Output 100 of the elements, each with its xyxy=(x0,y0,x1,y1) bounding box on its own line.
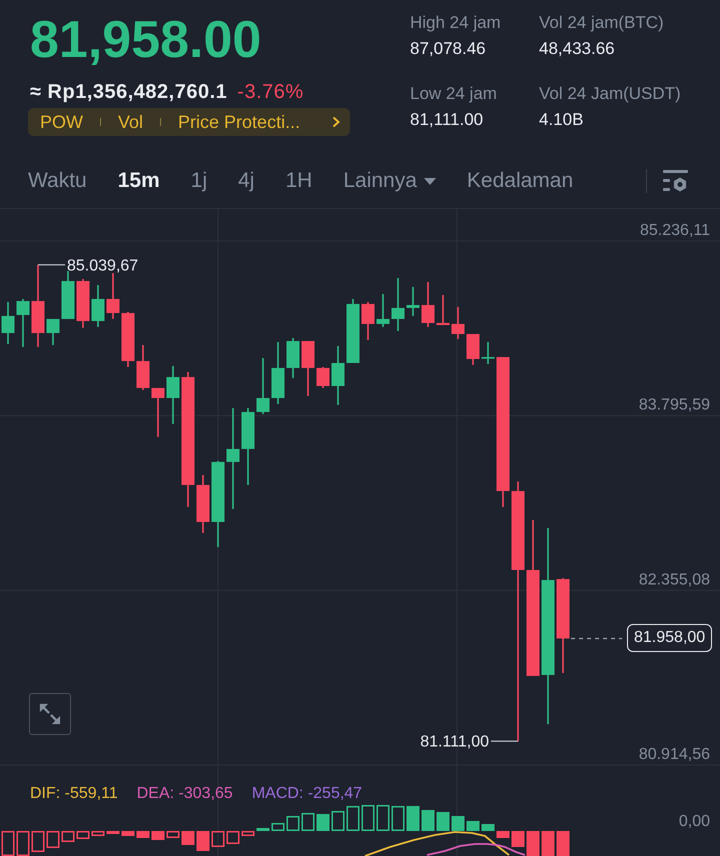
stat-label: High 24 jam xyxy=(410,12,501,34)
candle xyxy=(106,273,120,319)
candle xyxy=(122,312,134,367)
candle xyxy=(92,285,104,327)
macd-bar xyxy=(392,806,404,831)
tag-label: POW xyxy=(40,112,83,132)
macd-bar xyxy=(376,805,390,831)
price-axis-label: 80.914,56 xyxy=(638,746,710,763)
macd-bar xyxy=(182,831,194,845)
price-axis-label: 82.355,08 xyxy=(638,571,710,588)
macd-bar xyxy=(122,831,134,836)
macd-bar xyxy=(226,831,240,844)
tag-bar[interactable]: POW Vol Price Protecti... xyxy=(28,108,350,136)
interval-tab[interactable]: 1j xyxy=(190,168,208,194)
stat-value: 81,111.00 xyxy=(410,109,484,131)
macd-bar xyxy=(256,828,270,831)
tag-label: Price Protecti... xyxy=(178,112,300,132)
candle xyxy=(452,306,464,339)
macd-bar xyxy=(62,831,74,842)
macd-bar xyxy=(286,816,300,831)
stat-label: Low 24 jam xyxy=(410,83,497,105)
price-change: -3.76% xyxy=(237,80,304,104)
macd-bar xyxy=(92,831,104,836)
macd-bar xyxy=(106,831,120,834)
macd-bar xyxy=(242,831,254,836)
macd-bar xyxy=(332,811,344,831)
macd-bar xyxy=(362,805,374,831)
candle xyxy=(392,278,404,331)
macd-bar xyxy=(556,831,570,856)
interval-tab[interactable]: Lainnya xyxy=(343,168,436,194)
last-price-tag: 81.958,00 xyxy=(627,624,712,652)
indicator-value: DIF: -559,11 xyxy=(30,784,118,804)
candle xyxy=(316,367,330,388)
interval-tab[interactable]: 1H xyxy=(285,168,312,194)
candle xyxy=(166,366,180,424)
macd-bar xyxy=(346,806,360,831)
macd-bar xyxy=(32,831,44,852)
high-price-label: 85.039,67 xyxy=(67,257,138,274)
macd-bar xyxy=(302,813,314,831)
candle xyxy=(136,345,150,390)
expand-icon xyxy=(39,703,61,725)
candle xyxy=(422,282,434,327)
macd-bar xyxy=(272,823,284,831)
tag-label: Vol xyxy=(118,112,144,132)
candle xyxy=(76,278,90,328)
macd-bar xyxy=(166,831,180,838)
candle xyxy=(466,334,480,365)
macd-bar xyxy=(436,812,450,831)
candle xyxy=(2,302,14,344)
macd-bar xyxy=(152,831,164,840)
candle xyxy=(16,298,30,347)
macd-bar xyxy=(482,824,494,831)
macd-bar xyxy=(452,816,464,831)
interval-tab[interactable]: 4j xyxy=(238,168,254,194)
macd-bar xyxy=(542,831,554,856)
macd-bar xyxy=(2,831,14,856)
candle xyxy=(346,298,360,363)
candle xyxy=(272,342,284,404)
candle xyxy=(152,388,164,437)
candle xyxy=(332,346,344,405)
interval-tab[interactable]: Kedalaman xyxy=(466,168,574,194)
candle xyxy=(256,358,270,414)
fiat-value: ≈ Rp1,356,482,760.1 xyxy=(30,80,228,104)
stat-value: 4.10B xyxy=(539,109,584,131)
candle xyxy=(196,475,210,533)
macd-bar xyxy=(196,831,210,851)
macd-bar xyxy=(46,831,60,848)
caret-icon xyxy=(424,178,436,184)
macd-bar xyxy=(526,831,540,856)
macd-bar xyxy=(16,831,30,856)
interval-tab[interactable]: Waktu xyxy=(28,168,87,194)
stat-value: 87,078.46 xyxy=(410,38,486,60)
indicator-value: DEA: -303,65 xyxy=(136,784,233,804)
price-axis-label: 85.236,11 xyxy=(640,222,710,239)
candle xyxy=(46,318,60,346)
macd-bar xyxy=(136,831,150,838)
candle xyxy=(286,338,300,378)
macd-axis-label: 0,00 xyxy=(678,813,710,830)
candle xyxy=(406,286,420,316)
macd-bar xyxy=(316,814,330,831)
candle xyxy=(302,341,314,396)
chevron-icon xyxy=(332,116,340,128)
macd-bar xyxy=(512,831,524,847)
candle xyxy=(362,302,374,340)
interval-tab[interactable]: 15m xyxy=(118,168,160,194)
settings-icon[interactable] xyxy=(663,170,688,192)
macd-bar xyxy=(422,810,434,831)
candle xyxy=(482,342,494,364)
price-axis-label: 83.795,59 xyxy=(638,396,710,414)
last-price-line xyxy=(571,638,622,640)
leader-line xyxy=(491,740,518,742)
stat-value: 48,433.66 xyxy=(539,38,615,60)
stat-label: Vol 24 Jam(USDT) xyxy=(539,83,681,105)
macd-bar xyxy=(496,831,510,838)
macd-bar xyxy=(466,821,480,831)
leader-line xyxy=(38,264,65,266)
candle xyxy=(376,294,390,327)
low-price-label: 81.111,00 xyxy=(420,734,489,751)
expand-button[interactable] xyxy=(29,693,71,735)
indicator-value: MACD: -255,47 xyxy=(252,784,362,804)
